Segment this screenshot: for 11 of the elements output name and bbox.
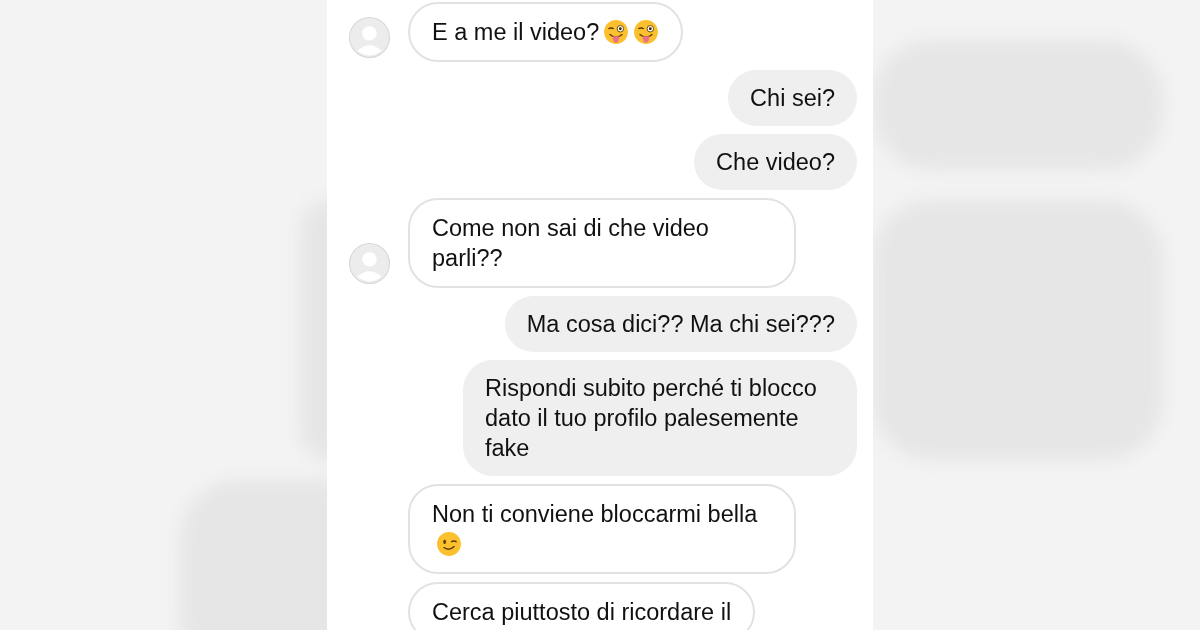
winking-face-with-tongue-icon — [603, 19, 630, 45]
message-text: Rispondi subito perché ti blocco dato il tuo profilo palesemente fake — [485, 375, 817, 461]
message-text: Chi sei? — [750, 85, 835, 111]
message-text: Ma cosa dici?? Ma chi sei??? — [526, 311, 835, 337]
message-text: Non ti conviene bloccarmi bella — [432, 501, 758, 527]
message-text: Come non sai di che video parli?? — [432, 215, 709, 271]
winking-face-icon — [436, 531, 462, 557]
message-text: E a me il video? — [432, 19, 600, 45]
message-text: Che video? — [716, 149, 835, 175]
winking-face-with-tongue-icon — [633, 19, 660, 45]
message-text: Cerca piuttosto di ricordare il — [432, 599, 732, 625]
